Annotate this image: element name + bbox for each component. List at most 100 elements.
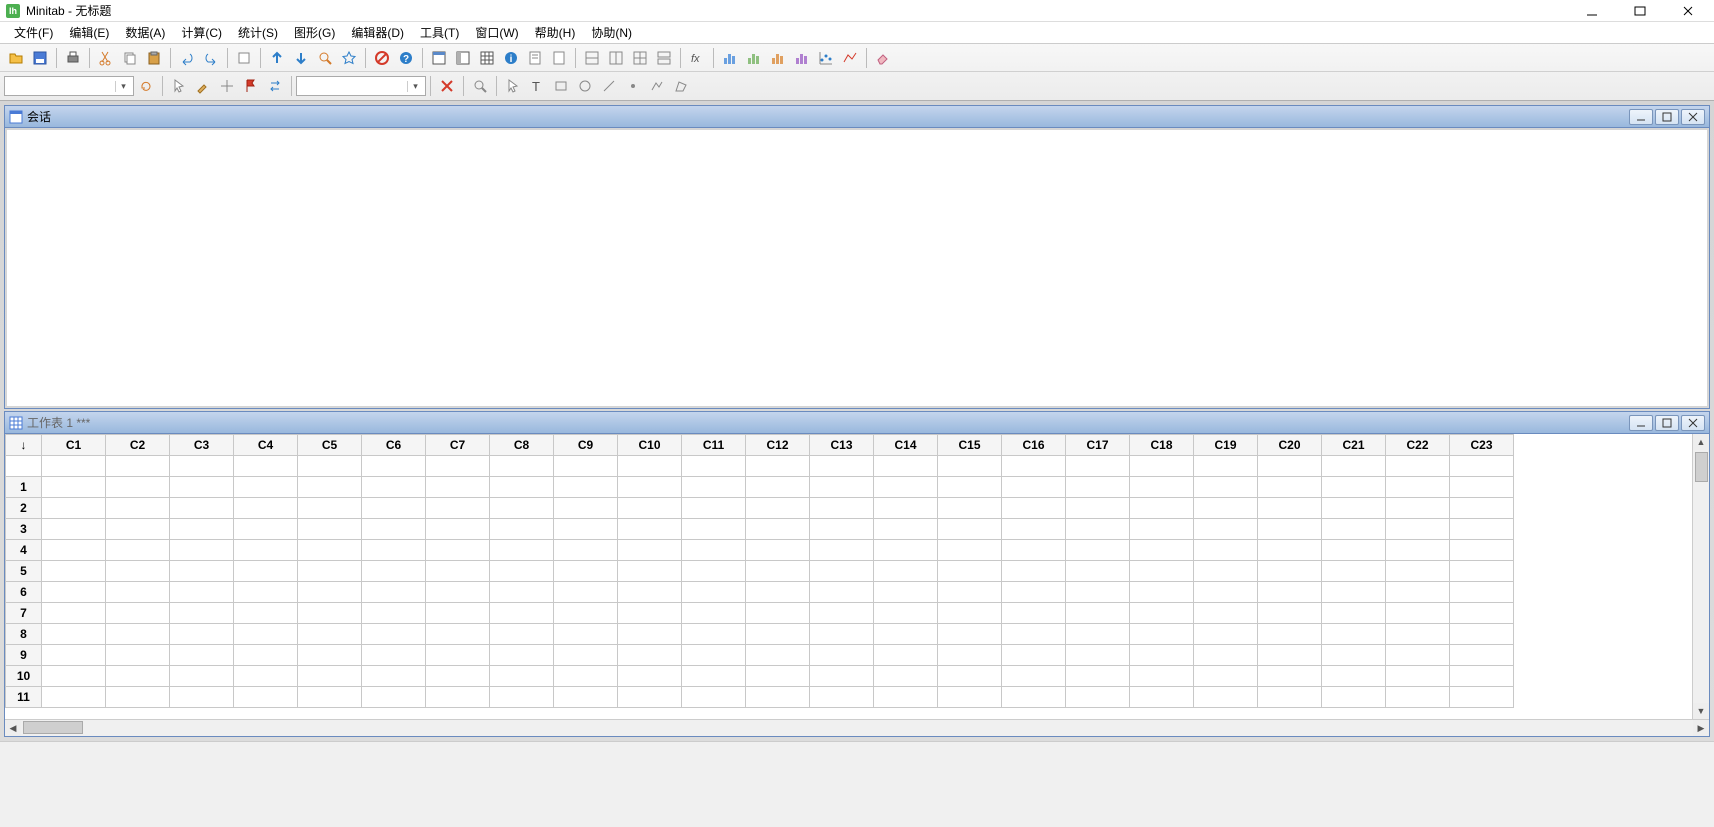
data-cell[interactable] [490,519,554,540]
data-cell[interactable] [1130,540,1194,561]
data-cell[interactable] [1002,666,1066,687]
data-cell[interactable] [618,624,682,645]
data-cell[interactable] [426,666,490,687]
data-cell[interactable] [170,582,234,603]
fx-icon[interactable]: fx [686,47,708,69]
corner-cell[interactable]: ↓ [6,435,42,456]
data-cell[interactable] [810,645,874,666]
data-cell[interactable] [1450,477,1514,498]
data-cell[interactable] [810,582,874,603]
vscroll-thumb[interactable] [1695,452,1708,482]
data-cell[interactable] [298,666,362,687]
data-cell[interactable] [1066,498,1130,519]
data-cell[interactable] [1066,687,1130,708]
data-cell[interactable] [938,498,1002,519]
chevron-down-icon[interactable]: ▾ [407,81,423,92]
data-cell[interactable] [362,687,426,708]
data-cell[interactable] [1002,519,1066,540]
data-cell[interactable] [170,666,234,687]
data-cell[interactable] [874,540,938,561]
paste-icon[interactable] [143,47,165,69]
data-cell[interactable] [42,603,106,624]
data-cell[interactable] [426,477,490,498]
marker-tool-icon[interactable] [622,75,644,97]
scroll-down-icon[interactable]: ▼ [1693,703,1709,719]
data-cell[interactable] [810,603,874,624]
column-header[interactable]: C5 [298,435,362,456]
row-header[interactable]: 6 [6,582,42,603]
data-cell[interactable] [1130,687,1194,708]
row-header[interactable]: 8 [6,624,42,645]
data-cell[interactable] [1194,498,1258,519]
data-cell[interactable] [618,519,682,540]
data-cell[interactable] [682,519,746,540]
data-cell[interactable] [298,603,362,624]
column-name-cell[interactable] [1002,456,1066,477]
pointer-icon[interactable] [168,75,190,97]
data-cell[interactable] [682,498,746,519]
horizontal-scrollbar[interactable]: ◀ ▶ [5,719,1709,736]
data-cell[interactable] [682,666,746,687]
data-cell[interactable] [938,540,1002,561]
data-cell[interactable] [298,498,362,519]
data-cell[interactable] [1066,540,1130,561]
data-cell[interactable] [298,645,362,666]
data-cell[interactable] [106,561,170,582]
data-cell[interactable] [810,519,874,540]
data-cell[interactable] [746,603,810,624]
data-cell[interactable] [42,582,106,603]
data-cell[interactable] [746,666,810,687]
worksheet-close-button[interactable] [1681,415,1705,431]
data-cell[interactable] [362,582,426,603]
data-cell[interactable] [42,498,106,519]
data-cell[interactable] [938,666,1002,687]
maximize-button[interactable] [1630,1,1650,21]
data-cell[interactable] [426,540,490,561]
data-cell[interactable] [234,582,298,603]
data-cell[interactable] [1386,666,1450,687]
column-name-cell[interactable] [874,456,938,477]
menu-help[interactable]: 帮助(H) [527,22,584,43]
row-header[interactable]: 1 [6,477,42,498]
data-cell[interactable] [874,687,938,708]
column-header[interactable]: C15 [938,435,1002,456]
data-cell[interactable] [1322,561,1386,582]
data-cell[interactable] [1066,561,1130,582]
column-header[interactable]: C3 [170,435,234,456]
layout-3-icon[interactable] [629,47,651,69]
data-cell[interactable] [746,582,810,603]
data-cell[interactable] [362,477,426,498]
select-tool-icon[interactable] [502,75,524,97]
data-cell[interactable] [1322,498,1386,519]
column-header[interactable]: C18 [1130,435,1194,456]
data-cell[interactable] [810,498,874,519]
data-cell[interactable] [1386,582,1450,603]
data-cell[interactable] [618,603,682,624]
data-cell[interactable] [1258,687,1322,708]
data-cell[interactable] [1450,624,1514,645]
data-cell[interactable] [490,603,554,624]
session-maximize-button[interactable] [1655,109,1679,125]
data-cell[interactable] [1258,561,1322,582]
data-cell[interactable] [362,561,426,582]
data-cell[interactable] [1002,687,1066,708]
redo-icon[interactable] [200,47,222,69]
data-cell[interactable] [490,582,554,603]
data-cell[interactable] [234,666,298,687]
data-cell[interactable] [874,666,938,687]
data-cell[interactable] [1258,582,1322,603]
column-header[interactable]: C4 [234,435,298,456]
data-cell[interactable] [1002,603,1066,624]
column-name-cell[interactable] [554,456,618,477]
line-chart-icon[interactable] [839,47,861,69]
data-cell[interactable] [106,540,170,561]
column-name-cell[interactable] [362,456,426,477]
data-cell[interactable] [938,561,1002,582]
data-cell[interactable] [1130,519,1194,540]
combo-2-input[interactable] [297,77,407,95]
data-cell[interactable] [746,498,810,519]
data-cell[interactable] [234,519,298,540]
data-cell[interactable] [1066,624,1130,645]
data-cell[interactable] [170,687,234,708]
worksheet-minimize-button[interactable] [1629,415,1653,431]
